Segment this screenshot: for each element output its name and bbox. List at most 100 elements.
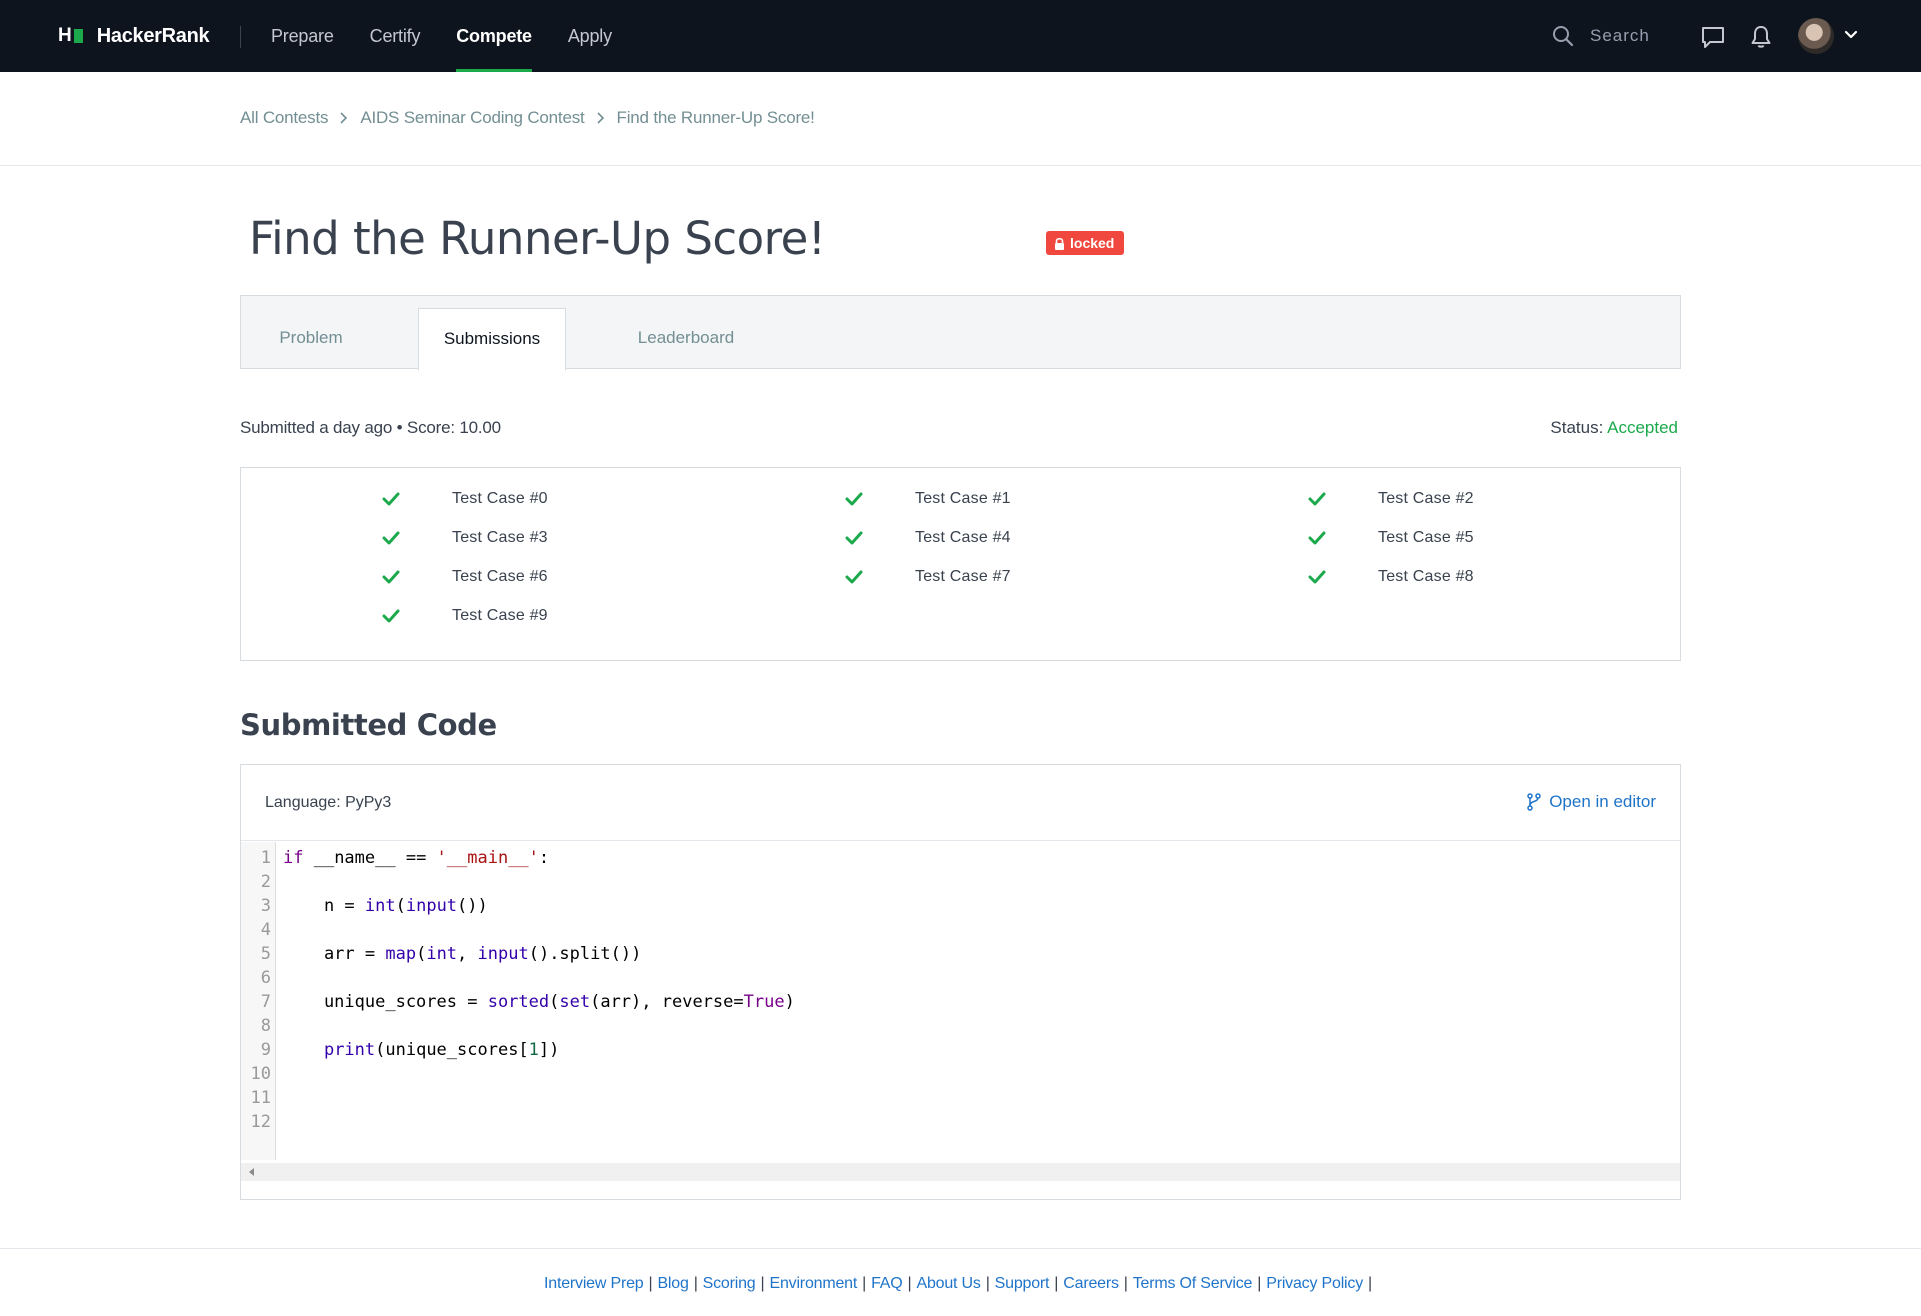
check-icon bbox=[382, 609, 400, 623]
top-navbar: H HackerRank Prepare Certify Compete App… bbox=[0, 0, 1921, 72]
nav-item-apply[interactable]: Apply bbox=[568, 0, 612, 72]
brand-name: HackerRank bbox=[96, 24, 210, 47]
footer-separator: | bbox=[693, 1275, 698, 1292]
test-case-item[interactable]: Test Case #3 bbox=[382, 526, 548, 550]
footer-link-interview-prep[interactable]: Interview Prep bbox=[544, 1275, 644, 1292]
horizontal-scrollbar[interactable] bbox=[241, 1163, 1680, 1181]
breadcrumb-contest[interactable]: AIDS Seminar Coding Contest bbox=[360, 108, 584, 128]
scroll-left-arrow-icon[interactable] bbox=[249, 1168, 254, 1176]
branch-icon bbox=[1527, 793, 1541, 811]
test-case-label: Test Case #0 bbox=[452, 490, 548, 507]
check-icon bbox=[1308, 570, 1326, 584]
footer-separator: | bbox=[1257, 1275, 1262, 1292]
breadcrumb-bar: All Contests AIDS Seminar Coding Contest… bbox=[0, 72, 1921, 166]
test-case-grid: Test Case #0 Test Case #1 Test Case #2 T… bbox=[240, 467, 1681, 661]
hackerrank-logo[interactable]: H HackerRank bbox=[58, 20, 210, 52]
chat-icon[interactable] bbox=[1700, 24, 1726, 50]
check-icon bbox=[845, 531, 863, 545]
footer-link-terms-of-service[interactable]: Terms Of Service bbox=[1133, 1275, 1253, 1292]
footer-link-support[interactable]: Support bbox=[995, 1275, 1050, 1292]
tab-submissions[interactable]: Submissions bbox=[418, 308, 566, 371]
check-icon bbox=[382, 531, 400, 545]
logo-square bbox=[73, 29, 83, 43]
line-number: 8 bbox=[260, 1016, 271, 1036]
test-case-label: Test Case #5 bbox=[1378, 529, 1474, 546]
submission-status: Status: Accepted bbox=[1550, 418, 1678, 438]
breadcrumb: All Contests AIDS Seminar Coding Contest… bbox=[240, 108, 815, 128]
line-number: 5 bbox=[260, 944, 271, 964]
code-line: n = int(input()) bbox=[283, 896, 488, 916]
test-case-item[interactable]: Test Case #5 bbox=[1308, 526, 1474, 550]
bell-icon[interactable] bbox=[1748, 24, 1774, 50]
line-number: 9 bbox=[260, 1040, 271, 1060]
language-label: Language: PyPy3 bbox=[265, 794, 392, 811]
search-placeholder: Search bbox=[1590, 26, 1650, 45]
check-icon bbox=[382, 570, 400, 584]
footer-separator: | bbox=[1123, 1275, 1128, 1292]
tab-leaderboard[interactable]: Leaderboard bbox=[599, 308, 773, 370]
test-case-item[interactable]: Test Case #8 bbox=[1308, 565, 1474, 589]
open-in-editor-button[interactable]: Open in editor bbox=[1527, 792, 1656, 812]
page-title: Find the Runner-Up Score! bbox=[249, 212, 826, 265]
test-case-item[interactable]: Test Case #4 bbox=[845, 526, 1011, 550]
footer-separator: | bbox=[648, 1275, 653, 1292]
locked-badge-label: locked bbox=[1070, 235, 1115, 251]
status-label: Status: bbox=[1550, 418, 1604, 437]
footer-link-blog[interactable]: Blog bbox=[657, 1275, 688, 1292]
code-line: arr = map(int, input().split()) bbox=[283, 944, 642, 964]
test-case-item[interactable]: Test Case #7 bbox=[845, 565, 1011, 589]
test-case-label: Test Case #6 bbox=[452, 568, 548, 585]
submission-meta: Submitted a day ago • Score: 10.00 bbox=[240, 418, 501, 437]
footer-link-faq[interactable]: FAQ bbox=[871, 1275, 903, 1292]
tab-problem[interactable]: Problem bbox=[241, 308, 381, 370]
test-case-item[interactable]: Test Case #0 bbox=[382, 487, 548, 511]
code-body[interactable]: 1 2 3 4 5 6 7 8 9 10 11 12 if __name__ =… bbox=[241, 842, 1680, 1160]
footer-link-environment[interactable]: Environment bbox=[769, 1275, 857, 1292]
code-header: Language: PyPy3 Open in editor bbox=[241, 765, 1680, 841]
test-case-label: Test Case #3 bbox=[452, 529, 548, 546]
footer-separator: | bbox=[760, 1275, 765, 1292]
footer-link-privacy-policy[interactable]: Privacy Policy bbox=[1266, 1275, 1363, 1292]
footer-separator: | bbox=[1368, 1275, 1372, 1292]
nav-item-compete[interactable]: Compete bbox=[456, 0, 532, 72]
code-line: unique_scores = sorted(set(arr), reverse… bbox=[283, 992, 795, 1012]
line-number: 11 bbox=[250, 1088, 271, 1108]
test-case-label: Test Case #2 bbox=[1378, 490, 1474, 507]
main-nav: Prepare Certify Compete Apply bbox=[271, 0, 648, 72]
nav-item-certify[interactable]: Certify bbox=[370, 0, 421, 72]
footer-separator: | bbox=[1054, 1275, 1059, 1292]
breadcrumb-all-contests[interactable]: All Contests bbox=[240, 108, 329, 128]
test-case-item[interactable]: Test Case #2 bbox=[1308, 487, 1474, 511]
status-value: Accepted bbox=[1607, 418, 1678, 437]
test-case-label: Test Case #4 bbox=[915, 529, 1011, 546]
check-icon bbox=[1308, 492, 1326, 506]
footer-link-about-us[interactable]: About Us bbox=[916, 1275, 980, 1292]
avatar[interactable] bbox=[1798, 18, 1834, 54]
line-number: 6 bbox=[260, 968, 271, 988]
check-icon bbox=[1308, 531, 1326, 545]
test-case-label: Test Case #9 bbox=[452, 607, 548, 624]
line-number: 12 bbox=[250, 1112, 271, 1132]
footer-links: Interview Prep | Blog | Scoring | Environment |… bbox=[0, 1275, 1921, 1293]
chevron-right-icon bbox=[340, 112, 348, 124]
locked-badge: locked bbox=[1046, 231, 1125, 255]
test-case-item[interactable]: Test Case #1 bbox=[845, 487, 1011, 511]
footer: Interview Prep | Blog | Scoring | Environment |… bbox=[0, 1248, 1921, 1316]
line-number: 10 bbox=[250, 1064, 271, 1084]
nav-item-prepare[interactable]: Prepare bbox=[271, 0, 334, 72]
line-number: 7 bbox=[260, 992, 271, 1012]
search-icon bbox=[1553, 26, 1574, 47]
chevron-down-icon[interactable] bbox=[1842, 26, 1860, 44]
code-line: if __name__ == '__main__': bbox=[283, 848, 550, 868]
search-box[interactable]: Search bbox=[1552, 22, 1650, 50]
footer-separator: | bbox=[862, 1275, 867, 1292]
test-case-label: Test Case #8 bbox=[1378, 568, 1474, 585]
submitted-code-heading: Submitted Code bbox=[240, 708, 497, 742]
footer-separator: | bbox=[907, 1275, 912, 1292]
check-icon bbox=[845, 492, 863, 506]
footer-link-scoring[interactable]: Scoring bbox=[703, 1275, 756, 1292]
lock-icon bbox=[1055, 237, 1064, 250]
footer-link-careers[interactable]: Careers bbox=[1063, 1275, 1119, 1292]
test-case-item[interactable]: Test Case #9 bbox=[382, 604, 548, 628]
test-case-item[interactable]: Test Case #6 bbox=[382, 565, 548, 589]
